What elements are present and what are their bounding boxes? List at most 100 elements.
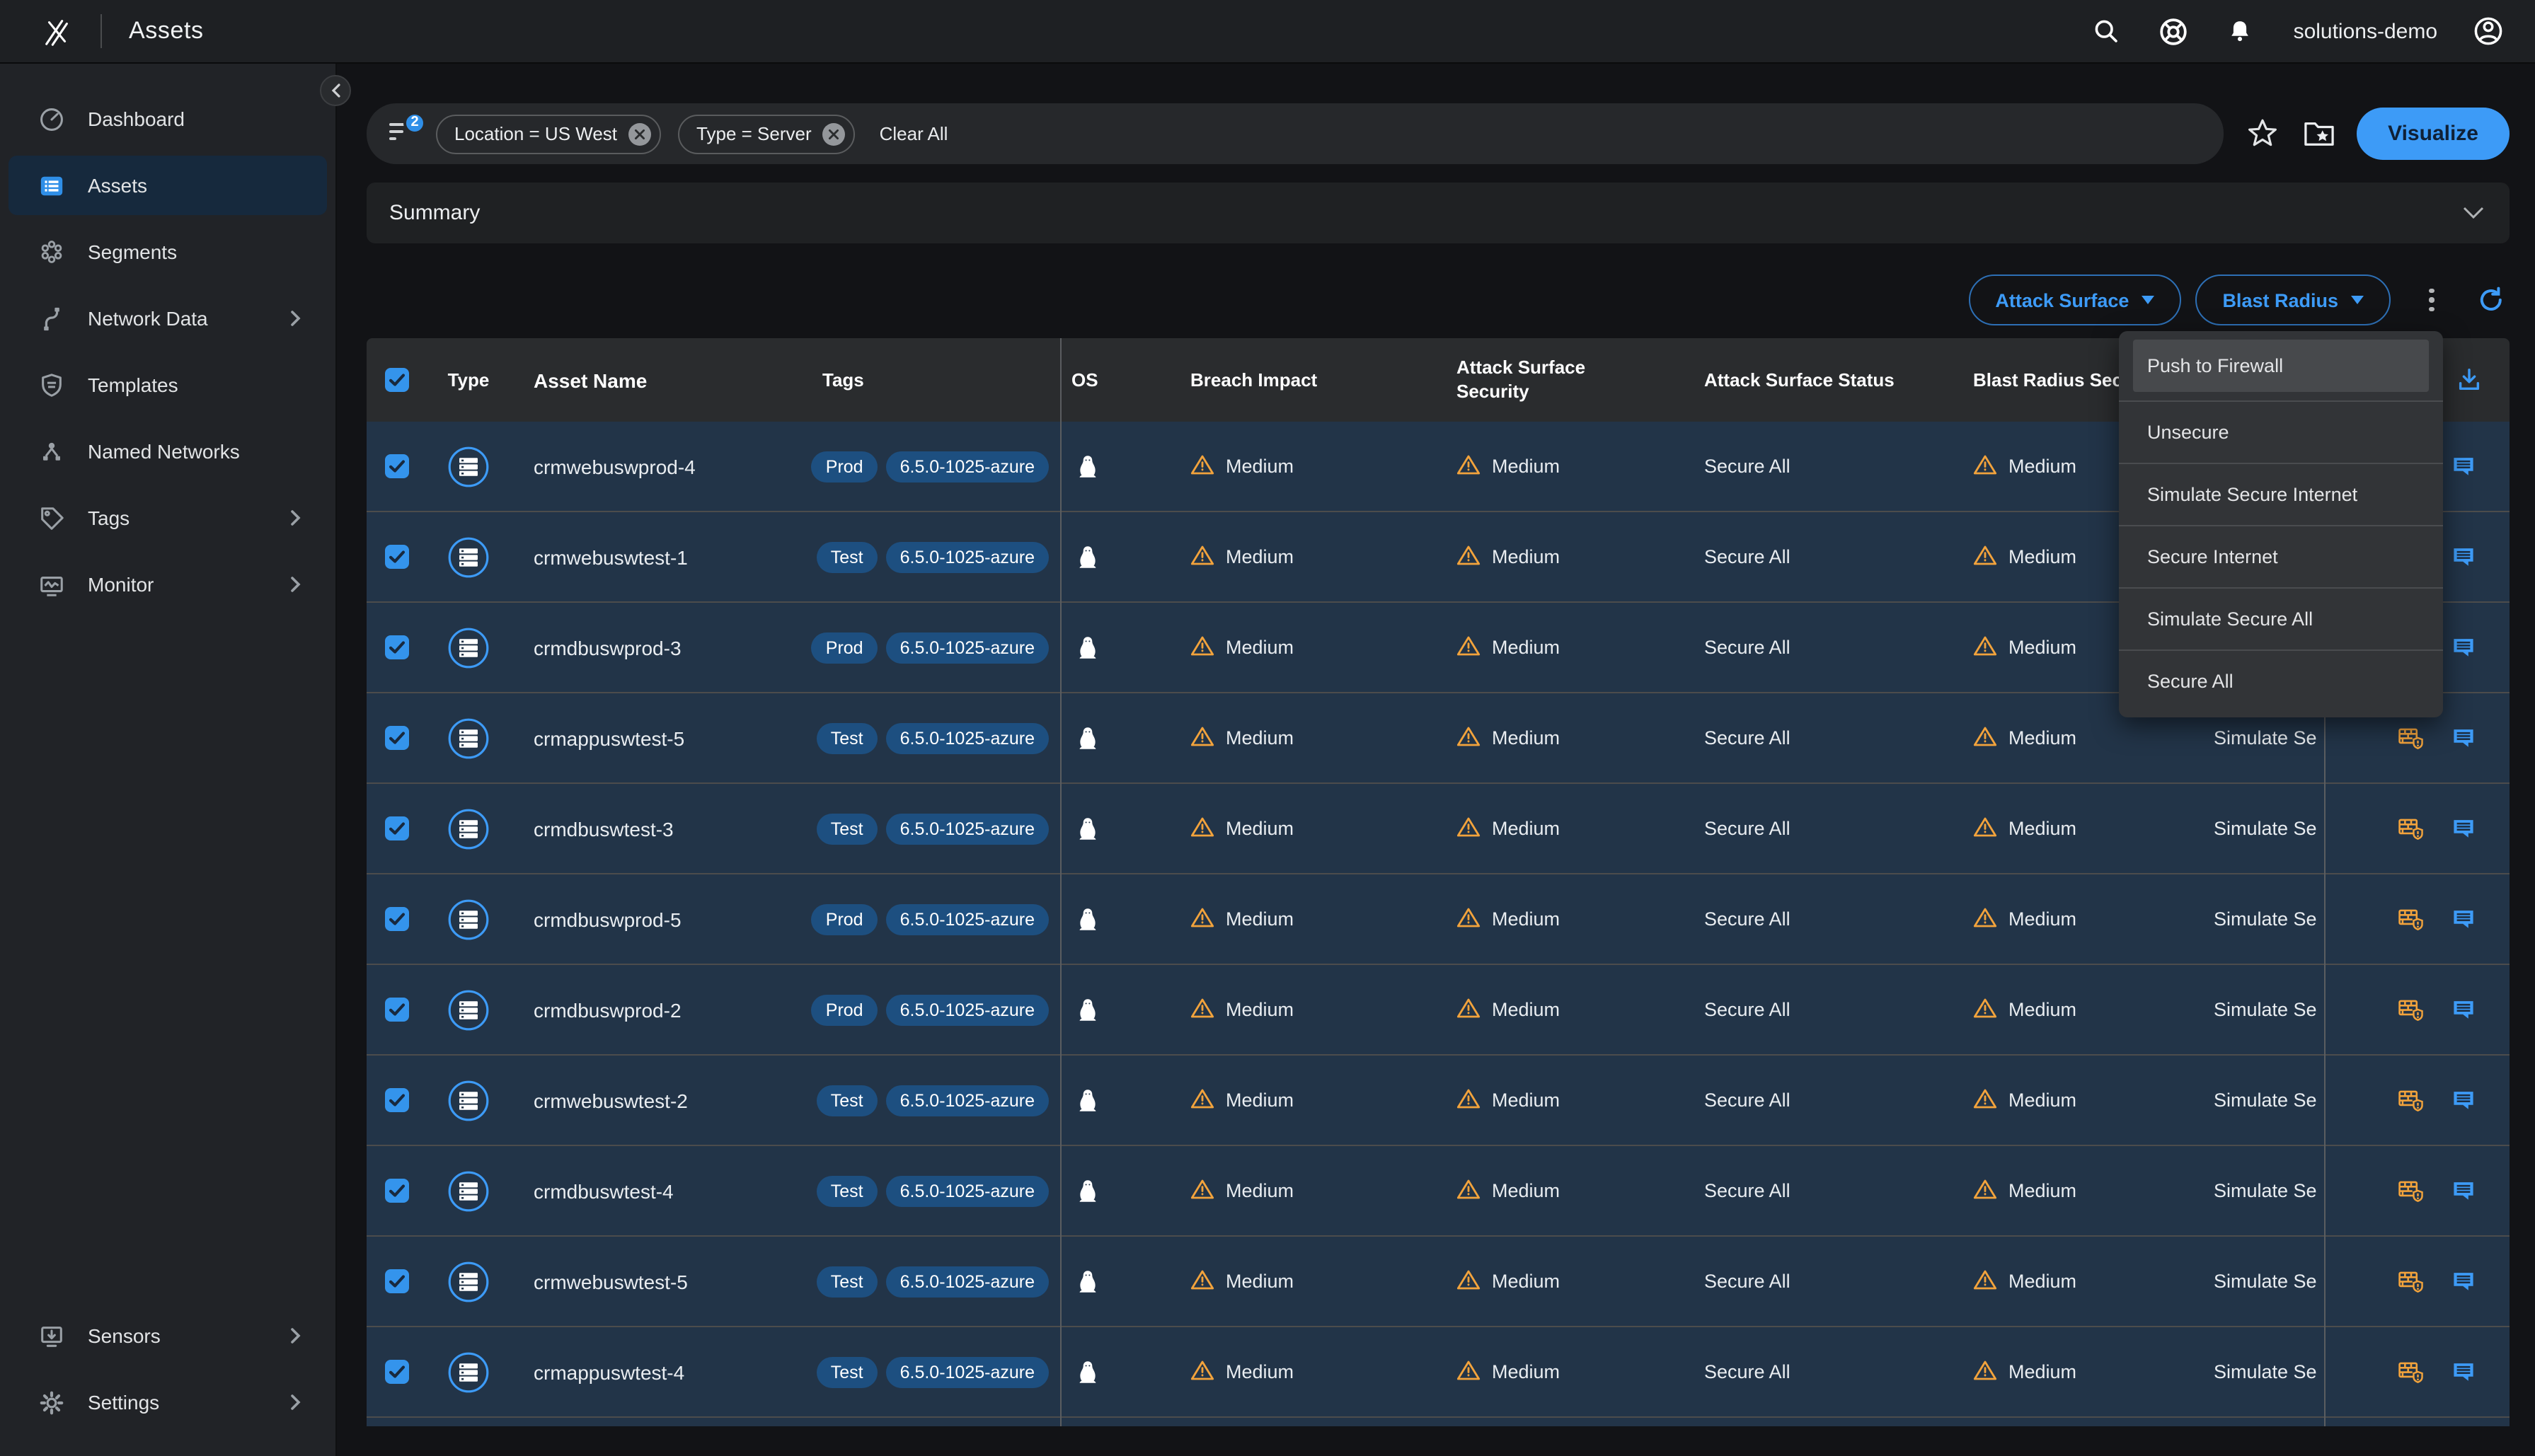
download-icon[interactable] <box>2456 366 2483 393</box>
table-row[interactable]: crmdbuswtest-4 Test 6.5.0-1025-azure Med… <box>367 1146 2510 1237</box>
remove-filter-x-icon[interactable] <box>628 122 651 145</box>
sidebar-item-network-data[interactable]: Network Data <box>0 289 335 348</box>
sidebar-item-assets[interactable]: Assets <box>8 156 327 215</box>
summary-panel-header[interactable]: Summary <box>367 183 2510 243</box>
sidebar-item-segments[interactable]: Segments <box>0 222 335 282</box>
sidebar-item-settings[interactable]: Settings <box>0 1373 335 1432</box>
row-checkbox[interactable] <box>367 874 426 964</box>
header-tags[interactable]: Tags <box>791 338 1060 422</box>
sidebar-item-dashboard[interactable]: Dashboard <box>0 89 335 149</box>
comment-chat-icon[interactable] <box>2450 453 2477 480</box>
menu-item-unsecure[interactable]: Unsecure <box>2119 400 2443 463</box>
sidebar-item-templates[interactable]: Templates <box>0 355 335 415</box>
asset-name[interactable]: crmdbuswprod-5 <box>511 874 791 964</box>
version-tag[interactable]: 6.5.0-1025-azure <box>886 1356 1049 1387</box>
app-logo-x-icon[interactable] <box>40 14 74 48</box>
refresh-icon[interactable] <box>2473 282 2510 318</box>
version-tag[interactable]: 6.5.0-1025-azure <box>886 813 1049 844</box>
notifications-bell-icon[interactable] <box>2224 16 2255 47</box>
menu-item-simulate-secure-all[interactable]: Simulate Secure All <box>2119 587 2443 649</box>
table-row[interactable]: crmwebuswtest-5 Test 6.5.0-1025-azure Me… <box>367 1237 2510 1327</box>
table-row[interactable]: crmdbuswtest-3 Test 6.5.0-1025-azure Med… <box>367 784 2510 874</box>
attack-surface-dropdown-button[interactable]: Attack Surface <box>1968 275 2181 325</box>
filter-funnel-icon[interactable]: 2 <box>389 122 418 145</box>
row-checkbox[interactable] <box>367 965 426 1054</box>
header-type[interactable]: Type <box>426 338 511 422</box>
row-checkbox[interactable] <box>367 603 426 692</box>
table-row[interactable]: crmappuswtest-4 Test 6.5.0-1025-azure Me… <box>367 1327 2510 1418</box>
push-to-firewall-icon[interactable] <box>2398 1268 2425 1295</box>
row-checkbox[interactable] <box>367 1327 426 1416</box>
comment-chat-icon[interactable] <box>2450 1087 2477 1114</box>
asset-name[interactable]: crmwebuswtest-1 <box>511 512 791 601</box>
version-tag[interactable]: 6.5.0-1025-azure <box>886 1085 1049 1116</box>
env-tag[interactable]: Test <box>817 813 878 844</box>
env-tag[interactable]: Prod <box>812 903 878 935</box>
visualize-button[interactable]: Visualize <box>2357 108 2510 160</box>
row-checkbox[interactable] <box>367 512 426 601</box>
env-tag[interactable]: Test <box>817 1266 878 1297</box>
chevron-down-icon[interactable] <box>2463 200 2484 226</box>
push-to-firewall-icon[interactable] <box>2398 1087 2425 1114</box>
version-tag[interactable]: 6.5.0-1025-azure <box>886 722 1049 753</box>
comment-chat-icon[interactable] <box>2450 634 2477 661</box>
push-to-firewall-icon[interactable] <box>2398 1358 2425 1385</box>
push-to-firewall-icon[interactable] <box>2398 724 2425 751</box>
env-tag[interactable]: Test <box>817 722 878 753</box>
push-to-firewall-icon[interactable] <box>2398 815 2425 842</box>
table-row[interactable]: crmwebuswtest-2 Test 6.5.0-1025-azure Me… <box>367 1056 2510 1146</box>
filter-chip-location-us-west[interactable]: Location = US West <box>436 114 661 154</box>
sidebar-item-monitor[interactable]: Monitor <box>0 555 335 614</box>
version-tag[interactable]: 6.5.0-1025-azure <box>886 994 1049 1025</box>
asset-name[interactable]: crmdbuswprod-2 <box>511 965 791 1054</box>
push-to-firewall-icon[interactable] <box>2398 1177 2425 1204</box>
clear-all-filters-button[interactable]: Clear All <box>880 123 948 144</box>
account-name[interactable]: solutions-demo <box>2294 19 2437 43</box>
user-avatar-icon[interactable] <box>2473 16 2504 47</box>
comment-chat-icon[interactable] <box>2450 1177 2477 1204</box>
asset-name[interactable]: crmdbuswtest-3 <box>511 784 791 873</box>
asset-name[interactable]: crmappuswtest-4 <box>511 1327 791 1416</box>
filter-chip-type-server[interactable]: Type = Server <box>678 114 856 154</box>
table-row[interactable]: crmdbuswprod-2 Prod 6.5.0-1025-azure Med… <box>367 965 2510 1056</box>
header-breach-impact[interactable]: Breach Impact <box>1142 338 1442 422</box>
env-tag[interactable]: Test <box>817 1085 878 1116</box>
comment-chat-icon[interactable] <box>2450 996 2477 1023</box>
saved-filters-folder-icon[interactable] <box>2300 115 2337 152</box>
row-checkbox[interactable] <box>367 1146 426 1235</box>
sidebar-item-tags[interactable]: Tags <box>0 488 335 548</box>
comment-chat-icon[interactable] <box>2450 815 2477 842</box>
asset-name[interactable]: crmwebuswtest-5 <box>511 1237 791 1326</box>
row-checkbox[interactable] <box>367 784 426 873</box>
version-tag[interactable]: 6.5.0-1025-azure <box>886 1175 1049 1206</box>
filter-bar[interactable]: 2 Location = US West Type = Server Clear … <box>367 103 2224 164</box>
select-all-checkbox[interactable] <box>367 338 426 422</box>
table-row[interactable]: crmdbuswprod-5 Prod 6.5.0-1025-azure Med… <box>367 874 2510 965</box>
header-attack-surface-security[interactable]: Attack Surface Security <box>1442 338 1690 422</box>
env-tag[interactable]: Test <box>817 1356 878 1387</box>
sidebar-item-named-networks[interactable]: Named Networks <box>0 422 335 481</box>
row-checkbox[interactable] <box>367 422 426 511</box>
more-options-kebab-icon[interactable] <box>2422 289 2442 312</box>
remove-filter-x-icon[interactable] <box>823 122 846 145</box>
header-attack-surface-status[interactable]: Attack Surface Status <box>1690 338 1959 422</box>
env-tag[interactable]: Test <box>817 1175 878 1206</box>
env-tag[interactable]: Prod <box>812 451 878 482</box>
version-tag[interactable]: 6.5.0-1025-azure <box>886 541 1049 572</box>
sidebar-collapse-button[interactable] <box>320 75 351 106</box>
version-tag[interactable]: 6.5.0-1025-azure <box>886 451 1049 482</box>
version-tag[interactable]: 6.5.0-1025-azure <box>886 903 1049 935</box>
comment-chat-icon[interactable] <box>2450 1268 2477 1295</box>
help-lifebuoy-icon[interactable] <box>2158 16 2189 47</box>
menu-item-secure-all[interactable]: Secure All <box>2119 649 2443 712</box>
comment-chat-icon[interactable] <box>2450 724 2477 751</box>
menu-item-push-to-firewall[interactable]: Push to Firewall <box>2133 340 2429 392</box>
asset-name[interactable]: crmwebuswprod-4 <box>511 422 791 511</box>
search-icon[interactable] <box>2091 16 2122 47</box>
row-checkbox[interactable] <box>367 693 426 782</box>
favorite-star-icon[interactable] <box>2243 115 2280 152</box>
env-tag[interactable]: Prod <box>812 994 878 1025</box>
push-to-firewall-icon[interactable] <box>2398 996 2425 1023</box>
comment-chat-icon[interactable] <box>2450 906 2477 932</box>
header-os[interactable]: OS <box>1060 338 1142 422</box>
